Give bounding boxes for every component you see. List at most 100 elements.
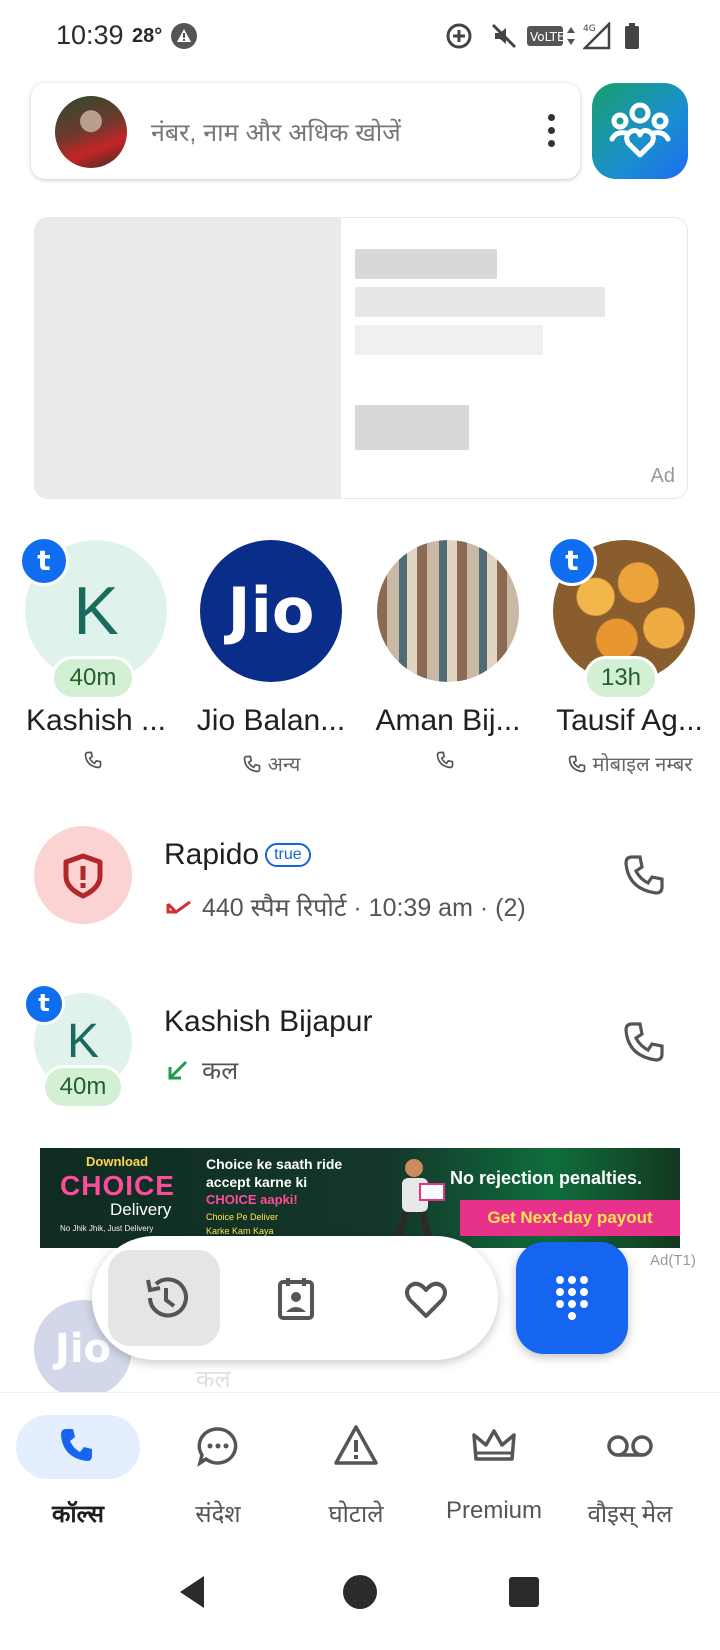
tab-favorites[interactable] (370, 1250, 482, 1346)
favorite-name: Kashish ... (25, 704, 167, 737)
ad-card[interactable]: Ad (34, 217, 688, 499)
favorite-sub: अन्य (186, 750, 356, 777)
phone-icon (568, 755, 585, 773)
favorite-sub-label: अन्य (267, 754, 301, 776)
recents-icon[interactable] (504, 1572, 544, 1612)
incoming-call-icon (168, 1060, 188, 1080)
volte-icon: VoLTE (527, 26, 575, 46)
favorite-name: Aman Bij... (375, 704, 521, 737)
ad-image-placeholder (35, 218, 341, 498)
dialpad-button[interactable] (516, 1242, 628, 1354)
call-name-text: Rapido (164, 838, 260, 871)
banner-brand-pre: Download (86, 1154, 149, 1169)
banner-headline: No rejection penalties. (450, 1168, 643, 1188)
heart-icon (405, 1281, 447, 1318)
data-saver-icon (446, 23, 472, 49)
favorite-contact[interactable]: Jio Jio Balan... अन्य (186, 540, 356, 780)
call-detail: कल (164, 1053, 238, 1087)
mute-icon (491, 23, 517, 49)
ad-text-placeholder (355, 325, 543, 355)
search-placeholder[interactable]: नंबर, नाम और अधिक खोजें (151, 115, 401, 149)
ad-label: Ad (650, 465, 675, 487)
shield-alert-icon (63, 853, 103, 899)
banner-brand: CHOICE (60, 1170, 175, 1201)
ad-button-placeholder (355, 405, 469, 450)
call-log-row[interactable]: Rapido true 440 स्पैम रिपोर्ट · 10:39 am … (0, 826, 720, 966)
nav-label: Premium (445, 1497, 542, 1524)
favorite-contact[interactable]: Aman Bij... (363, 540, 533, 780)
favorite-sub-label: मोबाइल नम्बर (592, 754, 693, 776)
profile-avatar[interactable] (55, 96, 127, 168)
tab-contacts[interactable] (240, 1250, 352, 1346)
favorite-sub: मोबाइल नम्बर (539, 750, 720, 777)
status-bar: 10:39 28° VoLTE 4G (0, 0, 720, 72)
status-temperature: 28° (132, 25, 163, 47)
banner-line5: Karke Kam Kaya (206, 1226, 274, 1236)
call-detail-text: 440 स्पैम रिपोर्ट · 10:39 am · (2) (202, 894, 526, 922)
call-detail: कल (196, 1366, 231, 1393)
home-icon[interactable] (340, 1572, 380, 1612)
banner-line1: Choice ke saath ride (206, 1156, 343, 1172)
favorite-contact[interactable]: K t 40m Kashish ... (11, 536, 181, 780)
back-icon[interactable] (174, 1572, 214, 1612)
phone-icon (243, 755, 260, 773)
crown-icon (472, 1429, 516, 1461)
svg-text:VoLTE: VoLTE (530, 30, 565, 44)
message-icon (197, 1427, 238, 1467)
ad-text-placeholder (355, 249, 497, 279)
nav-item-premium[interactable]: Premium (416, 1415, 560, 1535)
favorite-contact[interactable]: t 13h Tausif Ag... मोबाइल नम्बर (539, 536, 720, 780)
alert-icon (171, 23, 197, 49)
banner-tagline: No Jhik Jhik, Just Delivery (60, 1224, 154, 1233)
svg-text:4G: 4G (583, 24, 596, 34)
call-button-icon[interactable] (620, 1018, 668, 1066)
call-filter-tabs (92, 1236, 498, 1360)
dialpad-icon (556, 1276, 588, 1320)
favorite-name: Tausif Ag... (556, 704, 703, 737)
truecaller-badge-icon: t (19, 536, 69, 586)
banner-line2: accept karne ki (206, 1174, 308, 1190)
call-name: Kashish Bijapur (164, 1005, 373, 1038)
search-bar[interactable]: नंबर, नाम और अधिक खोजें (31, 83, 580, 179)
call-name: Rapido true (164, 838, 311, 872)
more-options-icon[interactable] (545, 114, 557, 150)
phone-icon (84, 751, 102, 769)
spam-avatar (34, 826, 132, 924)
phone-icon (436, 751, 454, 769)
status-time: 10:39 (56, 20, 124, 50)
nav-item-voicemail[interactable]: वौइस् मेल (552, 1415, 696, 1535)
contacts-hub-button[interactable] (592, 83, 688, 179)
nav-item-messages[interactable]: संदेश (140, 1415, 284, 1535)
banner-ad[interactable]: Download CHOICE Delivery No Jhik Jhik, J… (40, 1148, 680, 1248)
jio-logo: Jio (227, 574, 315, 647)
nav-icon (568, 1415, 692, 1479)
tab-recents[interactable] (108, 1250, 220, 1346)
favorite-name: Jio Balan... (196, 704, 346, 737)
nav-item-scams[interactable]: घोटाले (278, 1415, 422, 1535)
nav-label: संदेश (195, 1501, 241, 1528)
banner-line4: Choice Pe Deliver (206, 1212, 279, 1222)
nav-icon (156, 1415, 280, 1479)
call-log-row[interactable]: K t 40m Kashish Bijapur कल (0, 983, 720, 1133)
nav-label: कॉल्स (52, 1501, 104, 1528)
avatar: Jio (200, 540, 342, 682)
ad-text-placeholder (355, 287, 605, 317)
call-button-icon[interactable] (620, 851, 668, 899)
time-pill: 40m (42, 1065, 124, 1109)
time-pill: 40m (51, 656, 135, 700)
banner-cta-button[interactable]: Get Next-day payout (460, 1200, 680, 1236)
contact-card-icon (278, 1278, 314, 1320)
nav-active-indicator (16, 1415, 140, 1479)
warning-icon (334, 1425, 378, 1465)
nav-item-calls[interactable]: कॉल्स (0, 1415, 144, 1535)
favorite-sub (11, 750, 181, 773)
favorite-sub (363, 750, 533, 773)
voicemail-icon (607, 1435, 653, 1457)
truecaller-badge-icon: t (547, 536, 597, 586)
banner-brand-sub: Delivery (110, 1200, 172, 1219)
avatar-photo (377, 540, 519, 682)
bottom-navigation: कॉल्स संदेश घोटाले Premium वौइस् मेल (0, 1392, 720, 1543)
signal-4g-icon: 4G (583, 22, 611, 50)
call-detail-text: कल (202, 1057, 239, 1085)
call-detail: 440 स्पैम रिपोर्ट · 10:39 am · (2) (164, 890, 526, 924)
